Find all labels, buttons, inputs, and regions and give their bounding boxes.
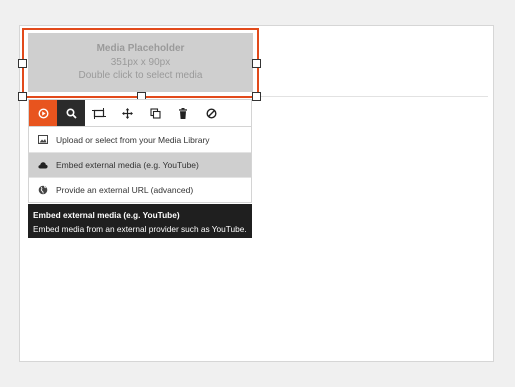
resize-button[interactable]: [85, 100, 113, 126]
menu-item-label: Embed external media (e.g. YouTube): [56, 160, 199, 170]
search-icon: [65, 107, 77, 119]
menu-item-external-url[interactable]: Provide an external URL (advanced): [29, 177, 251, 202]
menu-item-embed-external[interactable]: Embed external media (e.g. YouTube): [29, 152, 251, 177]
menu-tooltip: Embed external media (e.g. YouTube) Embe…: [28, 204, 252, 238]
resize-handle-bottom-left[interactable]: [18, 92, 27, 101]
resize-icon: [92, 107, 106, 119]
placeholder-title: Media Placeholder: [96, 43, 185, 55]
tooltip-description: Embed media from an external provider su…: [33, 224, 247, 234]
placeholder-hint: Double click to select media: [78, 70, 203, 82]
placeholder-dimensions: 351px x 90px: [110, 56, 171, 68]
menu-item-media-library[interactable]: Upload or select from your Media Library: [29, 127, 251, 152]
image-icon: [38, 135, 48, 145]
media-toolbar: [28, 99, 252, 127]
disable-button[interactable]: [197, 100, 225, 126]
media-source-menu: Upload or select from your Media Library…: [28, 127, 252, 203]
disable-icon: [205, 107, 217, 119]
move-icon: [121, 107, 133, 119]
duplicate-icon: [149, 107, 161, 119]
tooltip-title: Embed external media (e.g. YouTube): [33, 210, 180, 220]
search-button[interactable]: [57, 100, 85, 126]
menu-item-label: Provide an external URL (advanced): [56, 185, 194, 195]
menu-item-label: Upload or select from your Media Library: [56, 134, 210, 145]
duplicate-button[interactable]: [141, 100, 169, 126]
media-source-button[interactable]: [29, 100, 57, 126]
resize-handle-right[interactable]: [252, 59, 261, 68]
resize-handle-left[interactable]: [18, 59, 27, 68]
globe-icon: [38, 185, 48, 195]
delete-button[interactable]: [169, 100, 197, 126]
cloud-icon: [38, 160, 48, 170]
resize-handle-bottom-right[interactable]: [252, 92, 261, 101]
move-button[interactable]: [113, 100, 141, 126]
media-source-icon: [37, 107, 49, 119]
trash-icon: [179, 107, 187, 119]
media-placeholder[interactable]: Media Placeholder 351px x 90px Double cl…: [28, 33, 253, 92]
